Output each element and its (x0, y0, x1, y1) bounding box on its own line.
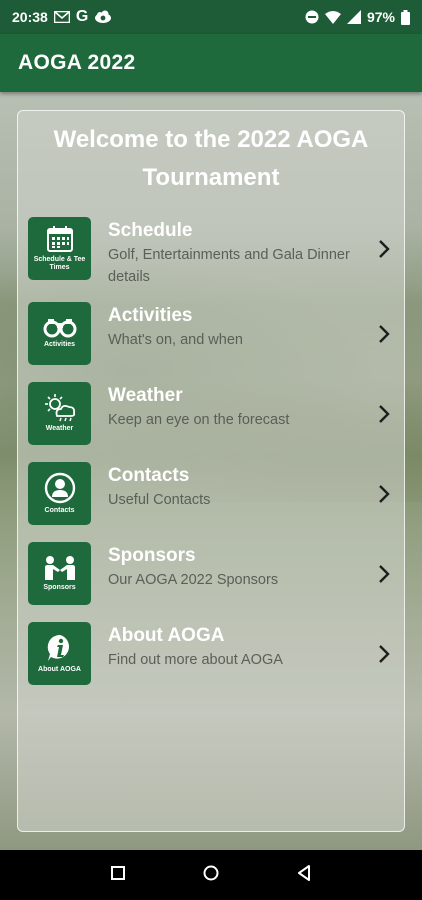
menu-item-subtitle: Keep an eye on the forecast (108, 412, 290, 428)
menu-item-subtitle: Useful Contacts (108, 492, 211, 508)
recents-icon[interactable] (111, 865, 125, 885)
menu-item-subtitle: Find out more about AOGA (108, 652, 283, 668)
tile-caption: Contacts (44, 507, 75, 514)
app-title: AOGA 2022 (18, 51, 136, 74)
weather-icon (43, 394, 77, 422)
menu-item-about[interactable]: About AOGA About AOGA Find out more abou… (18, 622, 404, 694)
tile-caption: Sponsors (43, 584, 76, 591)
back-icon[interactable] (297, 864, 311, 886)
info-icon (45, 633, 75, 663)
activities-tile: Activities (28, 302, 91, 365)
tile-caption: Weather (45, 425, 74, 432)
tile-caption: About AOGA (38, 666, 81, 673)
signal-icon (346, 10, 361, 24)
chevron-right-icon (379, 485, 390, 503)
menu-item-title: Activities (108, 305, 193, 326)
menu-item-subtitle: Golf, Entertainments and Gala Dinner det… (108, 247, 350, 285)
menu-item-title: Weather (108, 385, 183, 406)
menu-item-title: Contacts (108, 465, 190, 486)
battery-percent: 97% (366, 9, 395, 25)
menu-item-subtitle: Our AOGA 2022 Sponsors (108, 572, 279, 588)
about-tile: About AOGA (28, 622, 91, 685)
menu-item-schedule[interactable]: Schedule & Tee Times Schedule Golf, Ente… (18, 217, 404, 289)
contacts-tile: Contacts (28, 462, 91, 525)
menu-card: Welcome to the 2022 AOGA Tournament Sche… (17, 110, 405, 832)
welcome-heading: Welcome to the 2022 AOGA Tournament (53, 126, 369, 191)
status-bar: 20:38 G 97% (0, 0, 422, 34)
status-time: 20:38 (12, 9, 48, 25)
menu-item-sponsors[interactable]: Sponsors Sponsors Our AOGA 2022 Sponsors (18, 542, 404, 614)
chevron-right-icon (379, 565, 390, 583)
menu-item-title: About AOGA (108, 625, 225, 646)
system-nav-bar (0, 850, 422, 900)
chevron-right-icon (379, 645, 390, 663)
menu-item-contacts[interactable]: Contacts Contacts Useful Contacts (18, 462, 404, 534)
weather-tile: Weather (28, 382, 91, 445)
app-bar: AOGA 2022 (0, 34, 422, 92)
chevron-right-icon (379, 325, 390, 343)
battery-icon (401, 9, 410, 25)
wifi-icon (324, 10, 341, 24)
contact-icon (44, 472, 76, 504)
schedule-tile: Schedule & Tee Times (28, 217, 91, 280)
handshake-icon (43, 555, 77, 581)
tile-caption: Activities (43, 341, 76, 348)
menu-item-activities[interactable]: Activities Activities What's on, and whe… (18, 302, 404, 374)
menu-item-title: Sponsors (108, 545, 196, 566)
sponsors-tile: Sponsors (28, 542, 91, 605)
binoculars-icon (43, 318, 77, 338)
do-not-disturb-icon (305, 10, 319, 24)
home-icon[interactable] (203, 865, 219, 886)
chevron-right-icon (379, 405, 390, 423)
menu-item-subtitle: What's on, and when (108, 332, 243, 348)
google-icon: G (75, 8, 89, 25)
calendar-icon (46, 225, 74, 253)
tile-caption: Schedule & Tee Times (33, 256, 86, 271)
menu-item-weather[interactable]: Weather Weather Keep an eye on the forec… (18, 382, 404, 454)
menu-item-title: Schedule (108, 220, 193, 241)
cloud-icon (94, 10, 112, 24)
chevron-right-icon (379, 240, 390, 258)
gmail-icon (53, 11, 70, 23)
